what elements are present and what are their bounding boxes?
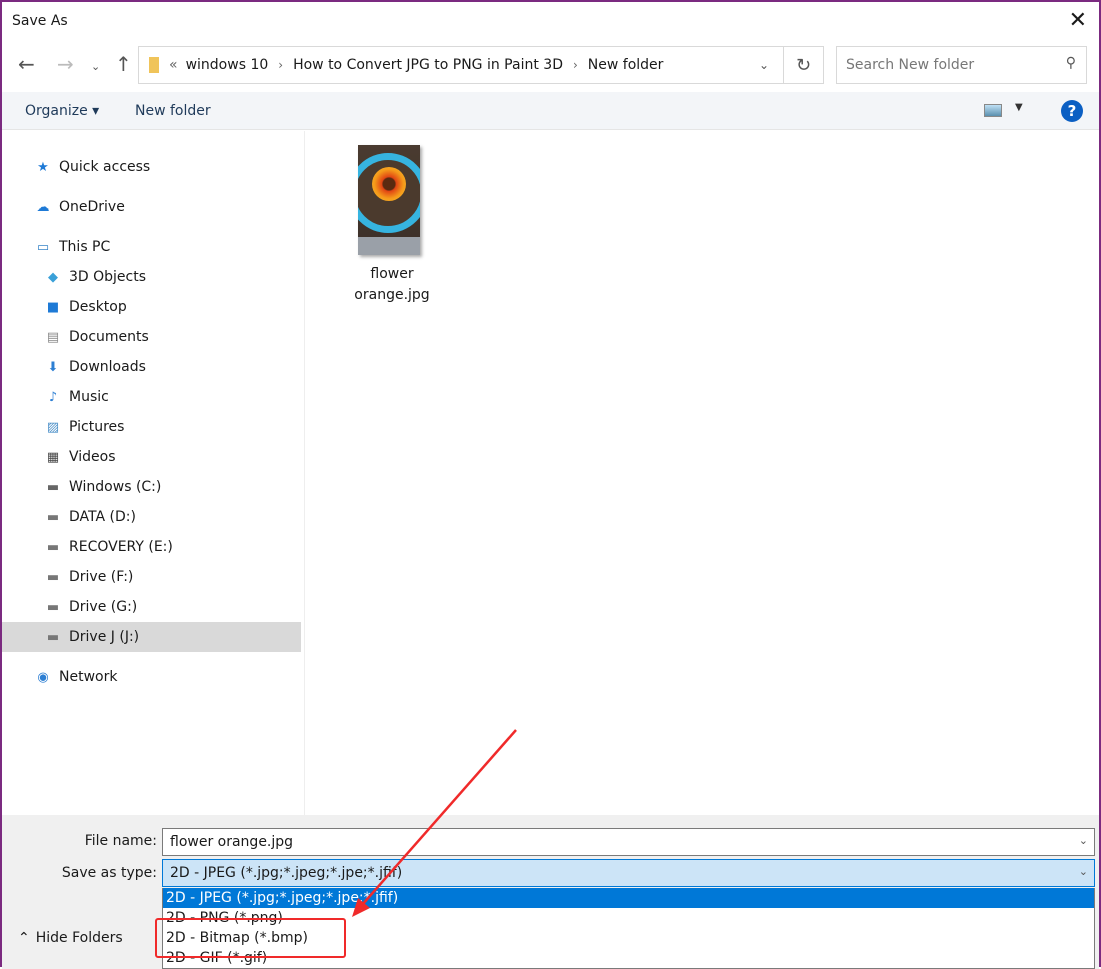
annotation-arrow [352,729,517,917]
